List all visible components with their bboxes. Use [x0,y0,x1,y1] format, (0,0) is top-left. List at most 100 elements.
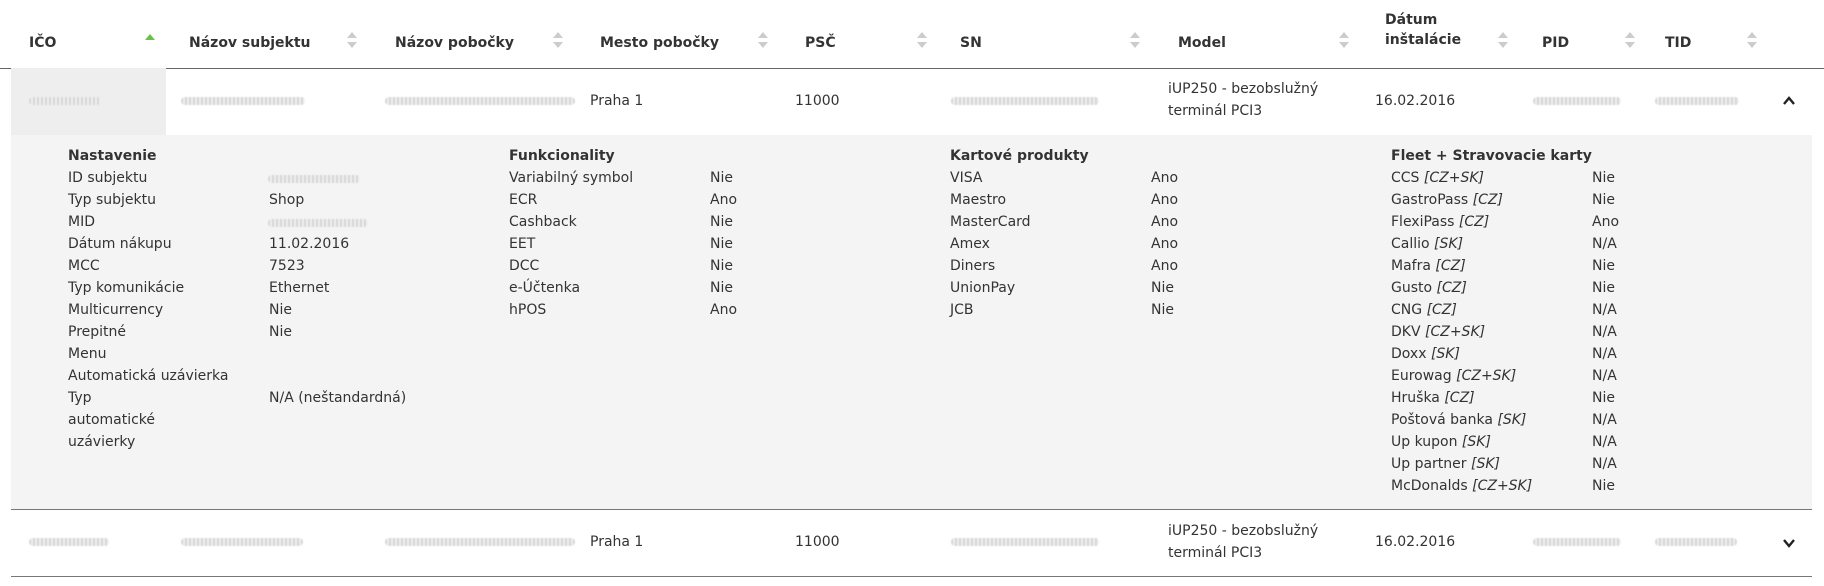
redacted-value [1655,97,1739,105]
col-model-label: Model [1178,35,1226,51]
detail-item: Typ automatické uzávierky N/A (neštandard… [68,390,407,450]
col-nazov-pobocky-header[interactable]: Názov pobočky [395,0,567,68]
col-pid-header[interactable]: PID [1542,0,1642,68]
table-header: IČO Názov subjektu Názov pobočky Mesto p… [0,0,1824,69]
psc-cell: 11000 [795,534,840,550]
sort-asc-icon[interactable] [145,32,155,50]
col-nazov-subjektu-header[interactable]: Názov subjektu [189,0,361,68]
table-row[interactable]: Praha 1 11000 iUP250 - bezobslužný termi… [11,68,1812,135]
ico-cell [11,68,166,135]
redacted-value [951,538,1099,546]
col-ico-header[interactable]: IČO [29,0,159,68]
redacted-value [385,97,575,105]
fleet-stravovacie-section: Fleet + Stravovacie karty CCS [CZ+SK] Nie… [1391,145,1791,497]
sort-icon[interactable] [1625,32,1635,50]
detail-item: Variabilný symbol Nie [509,170,733,186]
col-pid-label: PID [1542,35,1570,51]
datum-cell: 16.02.2016 [1375,93,1456,109]
mesto-cell: Praha 1 [590,93,644,109]
col-model-header[interactable]: Model [1178,0,1360,68]
table-row[interactable]: Praha 1 11000 iUP250 - bezobslužný termi… [11,510,1812,577]
col-nazov-subjektu-label: Názov subjektu [189,35,311,51]
detail-item: McDonalds [CZ+SK] Nie [1391,478,1615,494]
redacted-value [29,97,101,105]
detail-item: Multicurrency Nie [68,302,292,318]
detail-item: Typ subjektu Shop [68,192,305,208]
detail-item: MasterCard Ano [950,214,1179,230]
section-title: Nastavenie [68,148,157,164]
nastavenie-section: Nastavenie ID subjektu Typ subjektu Shop … [68,145,468,450]
detail-item: Eurowag [CZ+SK] N/A [1391,368,1617,384]
col-datum-label: Dátum inštalácie [1385,12,1462,48]
detail-item: Dátum nákupu 11.02.2016 [68,236,350,252]
detail-item: Mafra [CZ] Nie [1391,258,1615,274]
detail-item: Menu [68,346,107,362]
detail-item: MID [68,211,468,233]
sort-icon[interactable] [917,32,927,50]
psc-cell: 11000 [795,93,840,109]
detail-item: Cashback Nie [509,214,733,230]
model-line: iUP250 - bezobslužný [1168,523,1319,539]
col-ico-label: IČO [29,35,57,51]
sort-icon[interactable] [1498,32,1508,50]
sort-icon[interactable] [553,32,563,50]
model-line: terminál PCI3 [1168,103,1263,119]
redacted-value [951,97,1099,105]
detail-item: GastroPass [CZ] Nie [1391,192,1615,208]
model-line: terminál PCI3 [1168,545,1263,561]
detail-item: Up kupon [SK] N/A [1391,434,1617,450]
detail-item: Gusto [CZ] Nie [1391,280,1615,296]
detail-item: FlexiPass [CZ] Ano [1391,214,1620,230]
terminals-table: IČO Názov subjektu Názov pobočky Mesto p… [0,0,1824,586]
detail-item: Up partner [SK] N/A [1391,456,1617,472]
sort-icon[interactable] [347,32,357,50]
col-psc-header[interactable]: PSČ [805,0,927,68]
redacted-value [385,538,575,546]
redacted-value [1533,538,1621,546]
detail-item: DKV [CZ+SK] N/A [1391,324,1617,340]
detail-item: ECR Ano [509,192,738,208]
model-cell: iUP250 - bezobslužný terminál PCI3 [1168,520,1318,564]
sort-icon[interactable] [1747,32,1757,50]
detail-item: e-Účtenka Nie [509,280,733,296]
row-divider [11,576,1812,577]
detail-item: Typ komunikácie Ethernet [68,280,330,296]
redacted-value [1533,97,1621,105]
detail-item: EET Nie [509,236,733,252]
col-sn-header[interactable]: SN [960,0,1142,68]
chevron-down-icon[interactable] [1782,536,1796,550]
sort-icon[interactable] [1339,32,1349,50]
detail-item: JCB Nie [950,302,1174,318]
section-title: Fleet + Stravovacie karty [1391,148,1592,164]
detail-item: Doxx [SK] N/A [1391,346,1617,362]
sort-icon[interactable] [1130,32,1140,50]
col-tid-header[interactable]: TID [1665,0,1765,68]
section-title: Funkcionality [509,148,615,164]
chevron-up-icon[interactable] [1782,94,1796,108]
detail-item: VISA Ano [950,170,1179,186]
kartove-produkty-section: Kartové produkty VISA Ano Maestro Ano Mast… [950,145,1350,321]
datum-cell: 16.02.2016 [1375,534,1456,550]
section-title: Kartové produkty [950,148,1089,164]
detail-item: Diners Ano [950,258,1179,274]
redacted-value [29,538,109,546]
redacted-value [181,97,305,105]
detail-item: CNG [CZ] N/A [1391,302,1617,318]
detail-item: Hruška [CZ] Nie [1391,390,1615,406]
row-detail-panel: Nastavenie ID subjektu Typ subjektu Shop … [11,135,1812,510]
funkcionality-section: Funkcionality Variabilný symbol Nie ECR An… [509,145,909,321]
detail-item: CCS [CZ+SK] Nie [1391,170,1615,186]
model-cell: iUP250 - bezobslužný terminál PCI3 [1168,78,1318,122]
detail-item: Maestro Ano [950,192,1179,208]
detail-item: hPOS Ano [509,302,738,318]
col-tid-label: TID [1665,35,1692,51]
redacted-value [181,538,303,546]
col-mesto-header[interactable]: Mesto pobočky [600,0,772,68]
col-datum-header[interactable]: Dátum inštalácie [1385,0,1515,68]
detail-item: Poštová banka [SK] N/A [1391,412,1617,428]
col-sn-label: SN [960,35,982,51]
col-nazov-pobocky-label: Názov pobočky [395,35,514,51]
sort-icon[interactable] [758,32,768,50]
detail-item: ID subjektu [68,167,468,189]
col-mesto-label: Mesto pobočky [600,35,719,51]
